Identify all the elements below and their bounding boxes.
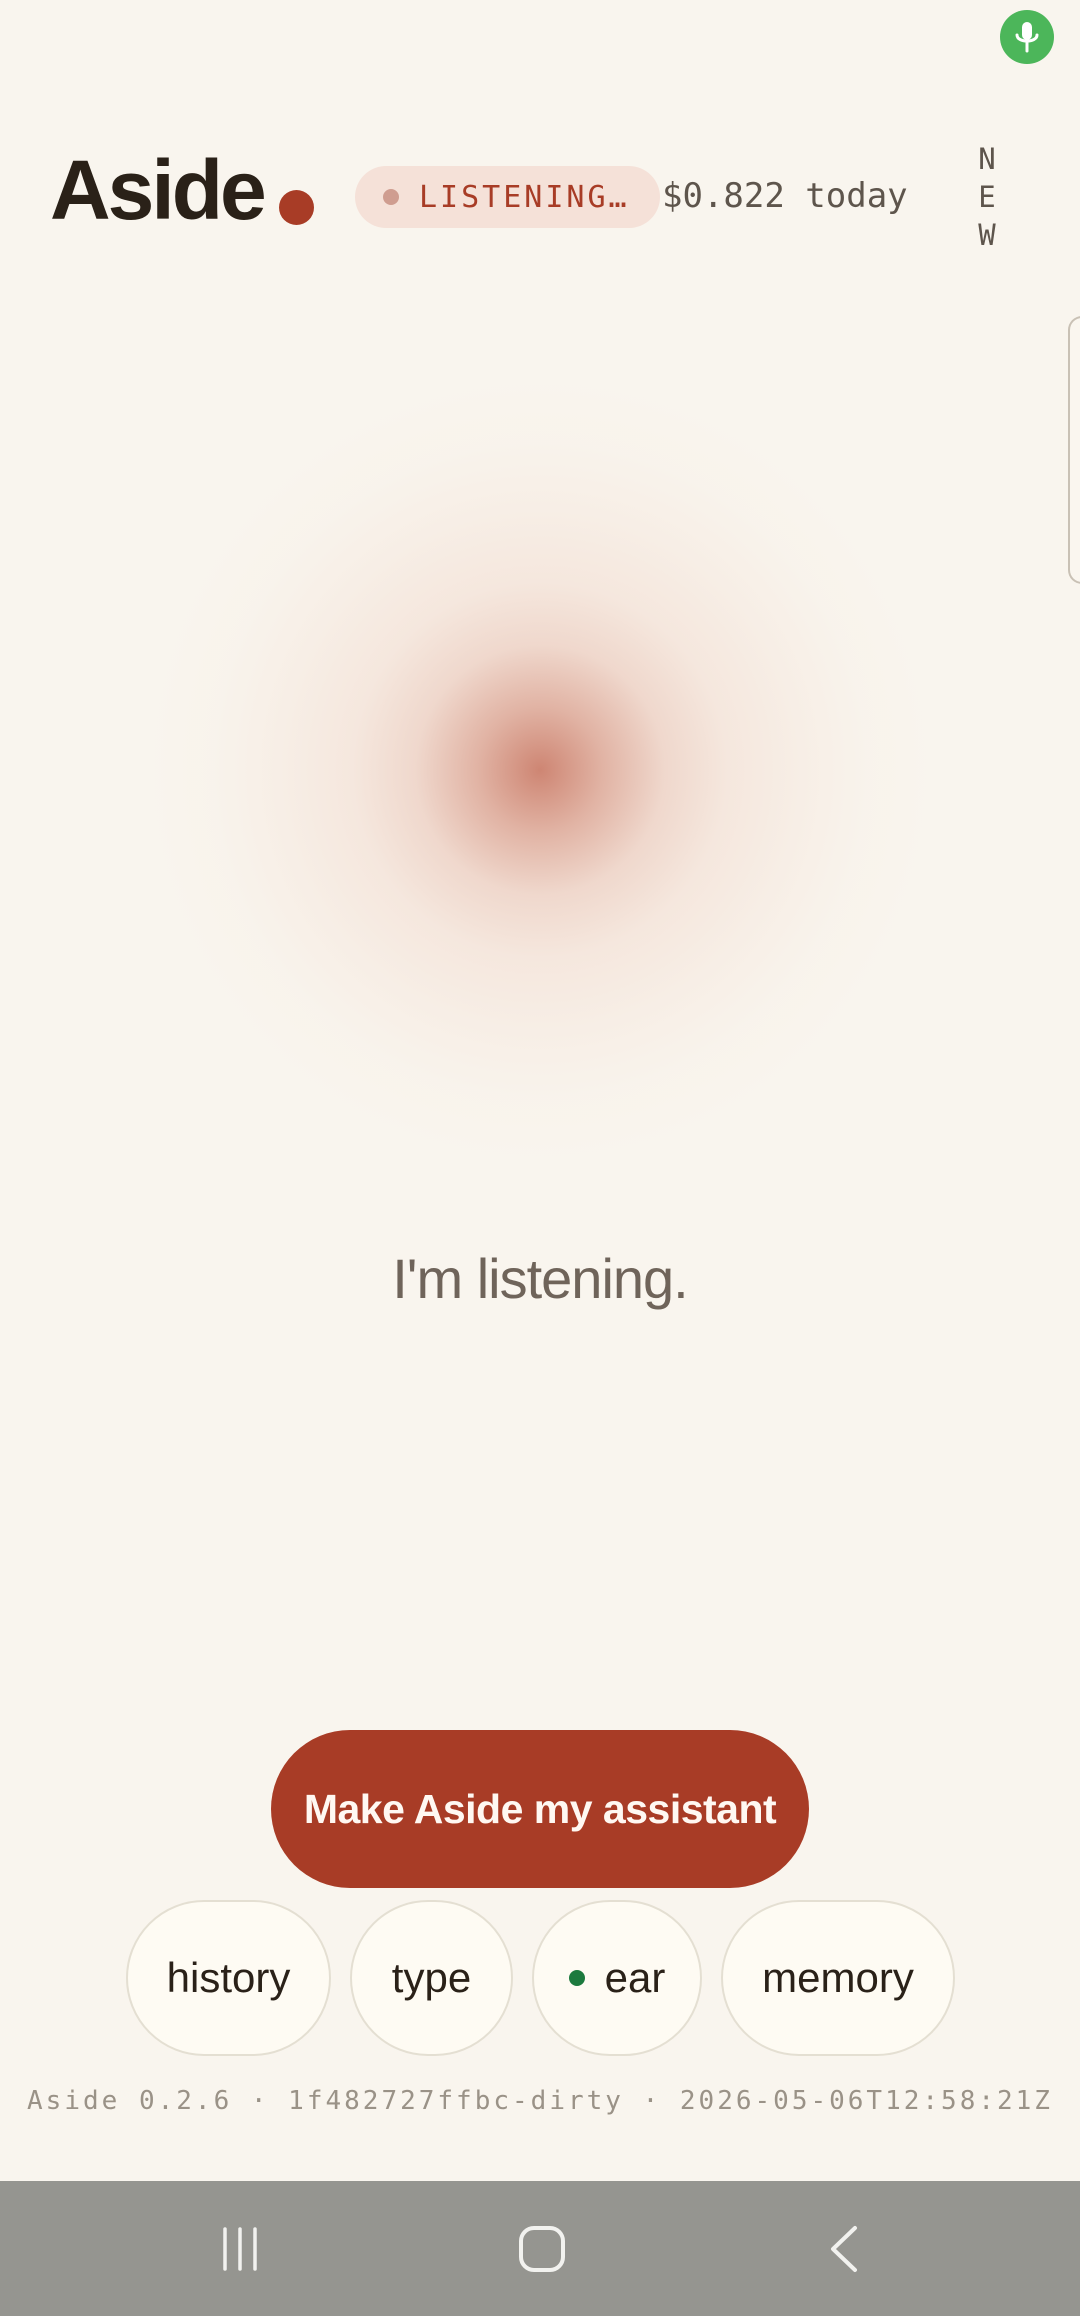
listening-orb: [140, 370, 940, 1170]
make-default-assistant-button[interactable]: Make Aside my assistant: [271, 1730, 809, 1888]
status-badge-label: LISTENING…: [419, 179, 630, 215]
ear-active-dot: [568, 1970, 585, 1986]
microphone-indicator: [1000, 10, 1054, 64]
app-title: Aside: [50, 143, 267, 237]
navigation-bar: [0, 2181, 1080, 2316]
side-drawer-handle[interactable]: [1068, 316, 1080, 584]
listening-caption: I'm listening.: [392, 1247, 688, 1310]
type-chip[interactable]: type: [350, 1900, 513, 2056]
back-icon: [831, 2225, 857, 2272]
back-button[interactable]: [785, 2181, 905, 2316]
history-chip-label: history: [166, 1954, 291, 2001]
recents-icon: [223, 2226, 257, 2271]
memory-chip[interactable]: memory: [721, 1900, 955, 2056]
microphone-icon: [1015, 22, 1039, 53]
type-chip-label: type: [391, 1954, 472, 2001]
build-info: Aside 0.2.6 · 1f482727ffbc-dirty · 2026-…: [27, 2086, 1053, 2116]
ear-chip[interactable]: ear: [532, 1900, 702, 2056]
status-dot: [279, 190, 314, 225]
recents-button[interactable]: [180, 2181, 300, 2316]
home-icon: [519, 2225, 565, 2272]
cost-today: $0.822 today: [662, 176, 908, 216]
ear-chip-label: ear: [604, 1954, 666, 2001]
status-badge: LISTENING…: [355, 166, 660, 228]
status-badge-dot: [383, 189, 399, 205]
history-chip[interactable]: history: [126, 1900, 331, 2056]
new-button[interactable]: NEW: [972, 140, 1002, 254]
home-button[interactable]: [482, 2181, 602, 2316]
memory-chip-label: memory: [762, 1954, 914, 2001]
